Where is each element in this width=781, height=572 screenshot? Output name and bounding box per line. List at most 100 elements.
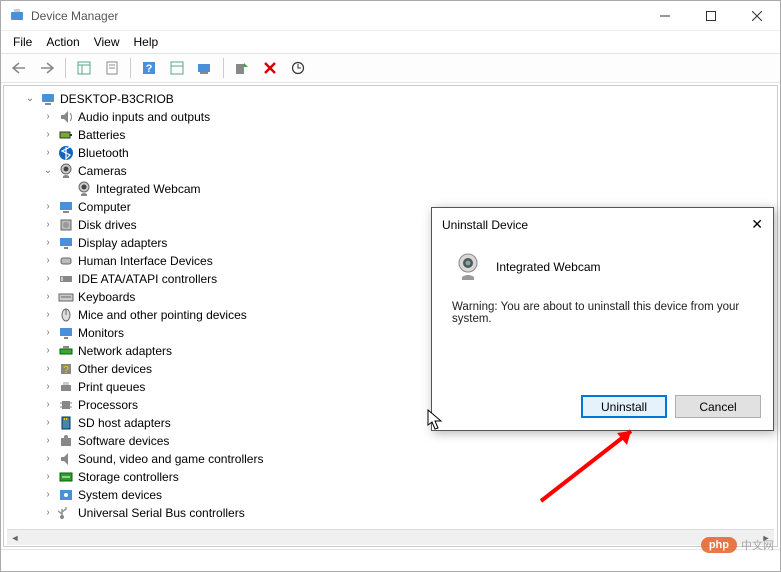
- tree-item-label: Software devices: [78, 432, 169, 450]
- chevron-icon[interactable]: ›: [42, 417, 54, 429]
- properties-button[interactable]: [100, 57, 124, 79]
- tree-item-label: Storage controllers: [78, 468, 179, 486]
- chevron-down-icon[interactable]: ⌄: [24, 93, 36, 105]
- camera-icon: [58, 163, 74, 179]
- system-icon: [58, 487, 74, 503]
- network-icon: [58, 343, 74, 359]
- chevron-icon[interactable]: ›: [42, 435, 54, 447]
- separator: [130, 58, 131, 78]
- tree-item-label: Monitors: [78, 324, 124, 342]
- tree-item-label: System devices: [78, 486, 162, 504]
- computer-icon: [58, 199, 74, 215]
- tree-item-label: Audio inputs and outputs: [78, 108, 210, 126]
- chevron-icon[interactable]: ›: [42, 201, 54, 213]
- cancel-button[interactable]: Cancel: [675, 395, 761, 418]
- dialog-title: Uninstall Device: [442, 218, 528, 232]
- tree-item-label: SD host adapters: [78, 414, 171, 432]
- uninstall-device-dialog: Uninstall Device ✕ Integrated Webcam War…: [431, 207, 774, 431]
- chevron-icon[interactable]: ›: [42, 219, 54, 231]
- dialog-titlebar: Uninstall Device ✕: [432, 208, 773, 241]
- chevron-icon[interactable]: ›: [42, 471, 54, 483]
- battery-icon: [58, 127, 74, 143]
- horizontal-scrollbar[interactable]: ◄ ►: [7, 529, 774, 545]
- other-icon: ?: [58, 361, 74, 377]
- scan-hardware-button[interactable]: [286, 57, 310, 79]
- chevron-icon[interactable]: ›: [42, 273, 54, 285]
- chevron-icon[interactable]: ›: [42, 327, 54, 339]
- tree-item-label: Batteries: [78, 126, 125, 144]
- tree-item-label: Display adapters: [78, 234, 167, 252]
- chevron-icon[interactable]: ⌄: [42, 165, 54, 177]
- uninstall-device-button[interactable]: [258, 57, 282, 79]
- tree-item[interactable]: › Storage controllers: [40, 468, 777, 486]
- tree-item[interactable]: › Audio inputs and outputs: [40, 108, 777, 126]
- menu-action[interactable]: Action: [40, 33, 85, 51]
- webcam-icon: [452, 251, 484, 283]
- chevron-icon[interactable]: ›: [42, 255, 54, 267]
- chevron-icon[interactable]: ›: [42, 345, 54, 357]
- watermark-logo: php: [701, 537, 737, 553]
- chevron-icon[interactable]: ›: [42, 111, 54, 123]
- minimize-button[interactable]: [642, 1, 688, 31]
- tree-root[interactable]: ⌄ DESKTOP-B3CRIOB: [22, 90, 777, 108]
- watermark-text: 中文网: [741, 537, 774, 553]
- chevron-icon[interactable]: ›: [42, 147, 54, 159]
- chevron-icon[interactable]: ›: [42, 381, 54, 393]
- show-hidden-button[interactable]: [165, 57, 189, 79]
- device-manager-window: Device Manager File Action View Help ?: [0, 0, 781, 572]
- tree-item[interactable]: Integrated Webcam: [58, 180, 777, 198]
- uninstall-button[interactable]: Uninstall: [581, 395, 667, 418]
- tree-item[interactable]: ›Universal Serial Bus controllers: [40, 504, 777, 522]
- menu-file[interactable]: File: [7, 33, 38, 51]
- bluetooth-icon: [58, 145, 74, 161]
- help-button[interactable]: ?: [137, 57, 161, 79]
- close-button[interactable]: [734, 1, 780, 31]
- chevron-icon[interactable]: ›: [42, 489, 54, 501]
- chevron-icon[interactable]: ›: [42, 237, 54, 249]
- separator: [65, 58, 66, 78]
- forward-button[interactable]: [35, 57, 59, 79]
- tree-item-label: Print queues: [78, 378, 145, 396]
- tree-item-label: Human Interface Devices: [78, 252, 213, 270]
- tree-item-label: Cameras: [78, 162, 127, 180]
- svg-text:?: ?: [146, 63, 153, 75]
- menu-help[interactable]: Help: [128, 33, 165, 51]
- tree-item-label: Network adapters: [78, 342, 172, 360]
- toolbar: ?: [1, 53, 780, 83]
- window-title: Device Manager: [31, 9, 118, 23]
- tree-item[interactable]: › System devices: [40, 486, 777, 504]
- tree-item-label: Mice and other pointing devices: [78, 306, 247, 324]
- chevron-icon[interactable]: ›: [42, 363, 54, 375]
- storage-icon: [58, 469, 74, 485]
- menubar: File Action View Help: [1, 31, 780, 53]
- update-driver-button[interactable]: [193, 57, 217, 79]
- chevron-icon[interactable]: ›: [42, 399, 54, 411]
- chevron-icon[interactable]: ›: [42, 129, 54, 141]
- chevron-icon[interactable]: ›: [42, 507, 54, 519]
- tree-root-label: DESKTOP-B3CRIOB: [60, 90, 174, 108]
- usb-icon: [58, 505, 74, 521]
- maximize-button[interactable]: [688, 1, 734, 31]
- chevron-icon[interactable]: ›: [42, 291, 54, 303]
- tree-item[interactable]: ›Bluetooth: [40, 144, 777, 162]
- chevron-icon[interactable]: ›: [42, 453, 54, 465]
- show-hide-tree-button[interactable]: [72, 57, 96, 79]
- computer-icon: [40, 91, 56, 107]
- sound-icon: [58, 451, 74, 467]
- tree-item[interactable]: ›Sound, video and game controllers: [40, 450, 777, 468]
- tree-item[interactable]: › Software devices: [40, 432, 777, 450]
- scroll-left-button[interactable]: ◄: [7, 530, 23, 546]
- window-title-area: Device Manager: [9, 8, 642, 24]
- tree-item-label: Processors: [78, 396, 138, 414]
- tree-item[interactable]: › Batteries: [40, 126, 777, 144]
- scroll-track[interactable]: [23, 530, 758, 545]
- tree-item-label: Other devices: [78, 360, 152, 378]
- dialog-close-button[interactable]: ✕: [751, 216, 763, 233]
- tree-item[interactable]: ⌄ Cameras: [40, 162, 777, 180]
- chevron-icon[interactable]: ›: [42, 309, 54, 321]
- monitor-icon: [58, 325, 74, 341]
- enable-device-button[interactable]: [230, 57, 254, 79]
- back-button[interactable]: [7, 57, 31, 79]
- menu-view[interactable]: View: [88, 33, 126, 51]
- statusbar: [1, 549, 780, 571]
